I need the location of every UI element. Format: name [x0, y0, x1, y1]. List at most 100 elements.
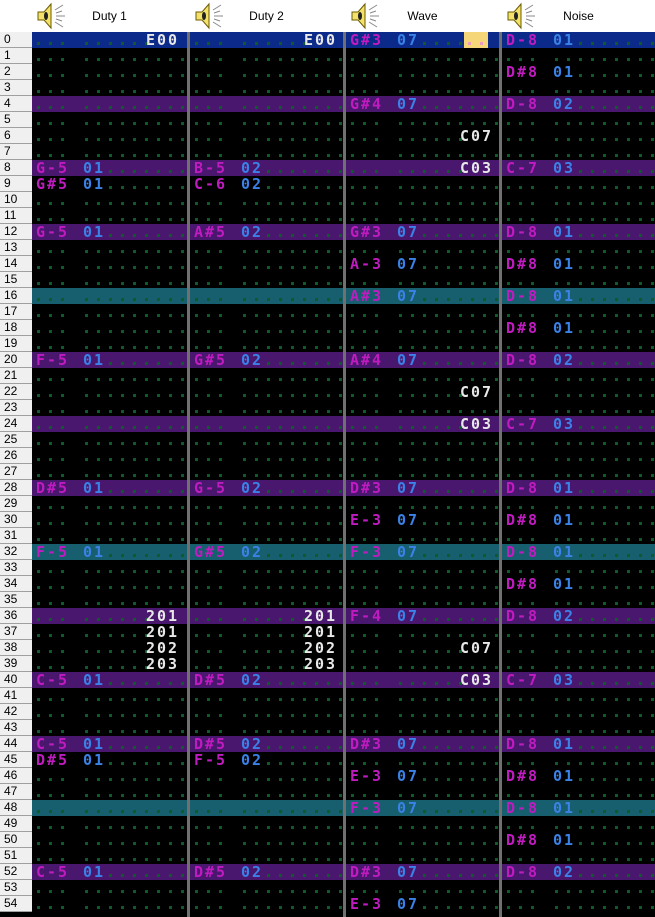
pattern-cell-duty1[interactable]: F-5 01 [36, 544, 186, 560]
pattern-cell-wave[interactable] [350, 464, 500, 480]
pattern-cell-noise[interactable] [506, 336, 655, 352]
pattern-cell-wave[interactable] [350, 176, 500, 192]
pattern-cell-noise[interactable] [506, 720, 655, 736]
pattern-cell-noise[interactable] [506, 48, 655, 64]
pattern-cell-noise[interactable]: D#8 01 [506, 768, 655, 784]
pattern-cell-noise[interactable]: D#8 01 [506, 512, 655, 528]
pattern-cell-wave[interactable] [350, 528, 500, 544]
pattern-cell-duty1[interactable] [36, 432, 186, 448]
pattern-cell-duty1[interactable] [36, 304, 186, 320]
pattern-cell-duty1[interactable] [36, 208, 186, 224]
pattern-cell-wave[interactable] [350, 320, 500, 336]
pattern-cell-duty1[interactable] [36, 496, 186, 512]
pattern-cell-wave[interactable]: A#3 07 [350, 288, 500, 304]
pattern-cell-wave[interactable] [350, 704, 500, 720]
pattern-cell-noise[interactable]: D-8 01 [506, 544, 655, 560]
pattern-cell-noise[interactable] [506, 400, 655, 416]
pattern-cell-duty1[interactable] [36, 800, 186, 816]
pattern-cell-duty2[interactable] [194, 144, 344, 160]
pattern-cell-duty1[interactable]: 202 [36, 640, 186, 656]
pattern-cell-noise[interactable] [506, 192, 655, 208]
pattern-cell-wave[interactable]: C07 [350, 384, 500, 400]
pattern-cell-noise[interactable] [506, 368, 655, 384]
pattern-cell-duty1[interactable]: 201 [36, 624, 186, 640]
pattern-cell-duty2[interactable]: D#5 02 [194, 736, 344, 752]
pattern-cell-wave[interactable] [350, 784, 500, 800]
pattern-cell-duty2[interactable] [194, 880, 344, 896]
pattern-cell-duty1[interactable] [36, 368, 186, 384]
pattern-cell-noise[interactable]: D-8 01 [506, 800, 655, 816]
pattern-cell-noise[interactable]: D#8 01 [506, 64, 655, 80]
pattern-cell-wave[interactable] [350, 688, 500, 704]
pattern-cell-duty1[interactable]: F-5 01 [36, 352, 186, 368]
pattern-cell-duty1[interactable] [36, 256, 186, 272]
pattern-cell-duty1[interactable] [36, 80, 186, 96]
pattern-cell-duty2[interactable] [194, 416, 344, 432]
pattern-cell-wave[interactable] [350, 752, 500, 768]
pattern-cell-noise[interactable]: D#8 01 [506, 832, 655, 848]
pattern-cell-noise[interactable] [506, 640, 655, 656]
pattern-cell-wave[interactable] [350, 592, 500, 608]
pattern-cell-duty1[interactable] [36, 192, 186, 208]
pattern-cell-noise[interactable]: D-8 02 [506, 608, 655, 624]
pattern-cell-duty1[interactable] [36, 464, 186, 480]
pattern-cell-wave[interactable]: C03 [350, 672, 500, 688]
pattern-cell-wave[interactable]: F-3 07 [350, 800, 500, 816]
pattern-cell-duty2[interactable] [194, 704, 344, 720]
pattern-cell-duty1[interactable]: 201 [36, 608, 186, 624]
pattern-cell-duty2[interactable]: C-6 02 [194, 176, 344, 192]
pattern-cell-duty1[interactable] [36, 816, 186, 832]
pattern-cell-duty2[interactable] [194, 560, 344, 576]
pattern-cell-wave[interactable]: D#3 07 [350, 864, 500, 880]
pattern-cell-noise[interactable] [506, 816, 655, 832]
pattern-cell-noise[interactable] [506, 112, 655, 128]
pattern-cell-noise[interactable] [506, 464, 655, 480]
pattern-cell-duty1[interactable] [36, 832, 186, 848]
pattern-cell-duty1[interactable] [36, 144, 186, 160]
pattern-cell-duty1[interactable]: 203 [36, 656, 186, 672]
pattern-cell-duty1[interactable] [36, 784, 186, 800]
pattern-cell-duty1[interactable]: D#5 01 [36, 752, 186, 768]
pattern-cell-duty1[interactable] [36, 768, 186, 784]
pattern-cell-duty2[interactable]: A#5 02 [194, 224, 344, 240]
pattern-cell-noise[interactable] [506, 704, 655, 720]
pattern-cell-duty1[interactable] [36, 128, 186, 144]
pattern-cell-duty1[interactable] [36, 288, 186, 304]
pattern-cell-noise[interactable] [506, 752, 655, 768]
pattern-cell-noise[interactable] [506, 560, 655, 576]
pattern-cell-duty1[interactable]: E00 [36, 32, 186, 48]
pattern-cell-duty1[interactable]: C-5 01 [36, 736, 186, 752]
pattern-cell-duty2[interactable] [194, 448, 344, 464]
pattern-cell-noise[interactable]: D-8 02 [506, 864, 655, 880]
pattern-cell-noise[interactable] [506, 624, 655, 640]
pattern-cell-duty1[interactable] [36, 320, 186, 336]
pattern-cell-duty2[interactable] [194, 320, 344, 336]
pattern-cell-duty2[interactable] [194, 592, 344, 608]
pattern-cell-duty2[interactable] [194, 576, 344, 592]
pattern-cell-duty1[interactable] [36, 880, 186, 896]
pattern-cell-duty1[interactable] [36, 528, 186, 544]
pattern-cell-duty1[interactable] [36, 112, 186, 128]
pattern-cell-duty2[interactable]: G#5 02 [194, 544, 344, 560]
pattern-cell-duty2[interactable] [194, 64, 344, 80]
pattern-cell-noise[interactable] [506, 144, 655, 160]
pattern-cell-duty2[interactable] [194, 528, 344, 544]
pattern-cell-duty2[interactable] [194, 832, 344, 848]
pattern-cell-wave[interactable]: F-4 07 [350, 608, 500, 624]
pattern-cell-noise[interactable]: D#8 01 [506, 576, 655, 592]
pattern-cell-duty2[interactable] [194, 512, 344, 528]
pattern-cell-wave[interactable] [350, 832, 500, 848]
pattern-cell-wave[interactable]: G#3 07 [350, 32, 500, 48]
pattern-cell-duty1[interactable] [36, 48, 186, 64]
pattern-cell-duty1[interactable] [36, 512, 186, 528]
pattern-cell-duty2[interactable] [194, 80, 344, 96]
pattern-cell-duty2[interactable]: E00 [194, 32, 344, 48]
pattern-cell-duty1[interactable]: G#5 01 [36, 176, 186, 192]
pattern-cell-noise[interactable] [506, 128, 655, 144]
pattern-cell-duty2[interactable] [194, 384, 344, 400]
pattern-cell-wave[interactable] [350, 576, 500, 592]
pattern-cell-wave[interactable]: C07 [350, 128, 500, 144]
pattern-cell-duty1[interactable] [36, 688, 186, 704]
pattern-cell-duty2[interactable] [194, 768, 344, 784]
pattern-cell-duty2[interactable] [194, 336, 344, 352]
